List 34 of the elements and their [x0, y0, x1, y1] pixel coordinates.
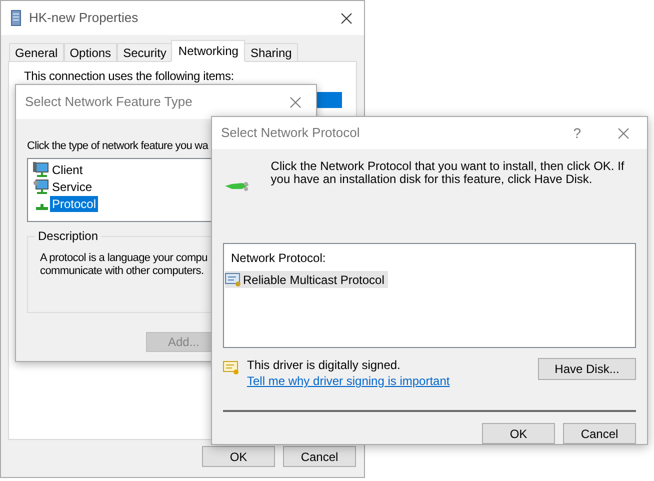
feature-item[interactable]: Client — [50, 162, 85, 178]
window-title: HK-new Properties — [29, 9, 138, 28]
ok-button[interactable]: OK — [482, 423, 555, 444]
signing-help-link[interactable]: Tell me why driver signing is important — [247, 374, 450, 388]
items-label: This connection uses the following items: — [24, 69, 234, 83]
feature-item[interactable]: Service — [50, 178, 94, 194]
network-connector-icon — [33, 202, 49, 210]
tab[interactable]: Sharing — [244, 43, 298, 62]
network-cable-icon — [224, 180, 250, 192]
cancel-button[interactable]: Cancel — [283, 446, 356, 467]
ok-button[interactable]: OK — [202, 446, 275, 467]
description-text: A protocol is a language your compu communicate with other computers. — [40, 252, 208, 278]
list-header: Network Protocol: — [231, 251, 327, 265]
window-title: Select Network Feature Type — [25, 93, 192, 112]
certificate-icon — [225, 272, 241, 286]
help-button[interactable]: ? — [573, 122, 581, 144]
server-icon — [11, 10, 21, 26]
computer-icon — [33, 162, 49, 178]
feature-item[interactable]: Protocol — [50, 196, 98, 212]
tab[interactable]: Options — [64, 43, 118, 62]
instruction-text: Click the Network Protocol that you want to install, then click OK. If you have an installation disk for this feature, click Have Disk. — [270, 160, 626, 188]
computer-gear-icon — [33, 178, 49, 194]
protocol-item[interactable]: Reliable Multicast Protocol — [225, 271, 388, 288]
cancel-button[interactable]: Cancel — [563, 423, 636, 444]
certificate-icon — [223, 361, 239, 376]
tab[interactable]: Networking — [171, 40, 246, 62]
close-icon[interactable] — [341, 12, 352, 24]
prompt-text: Click the type of network feature you wa — [27, 139, 210, 153]
tab[interactable]: General — [9, 43, 64, 62]
signed-note: This driver is digitally signed. — [247, 358, 402, 372]
have-disk-button[interactable]: Have Disk... — [538, 358, 636, 380]
tab[interactable]: Security — [117, 43, 172, 62]
group-label: Description — [35, 229, 102, 243]
window-title: Select Network Protocol — [221, 124, 360, 142]
